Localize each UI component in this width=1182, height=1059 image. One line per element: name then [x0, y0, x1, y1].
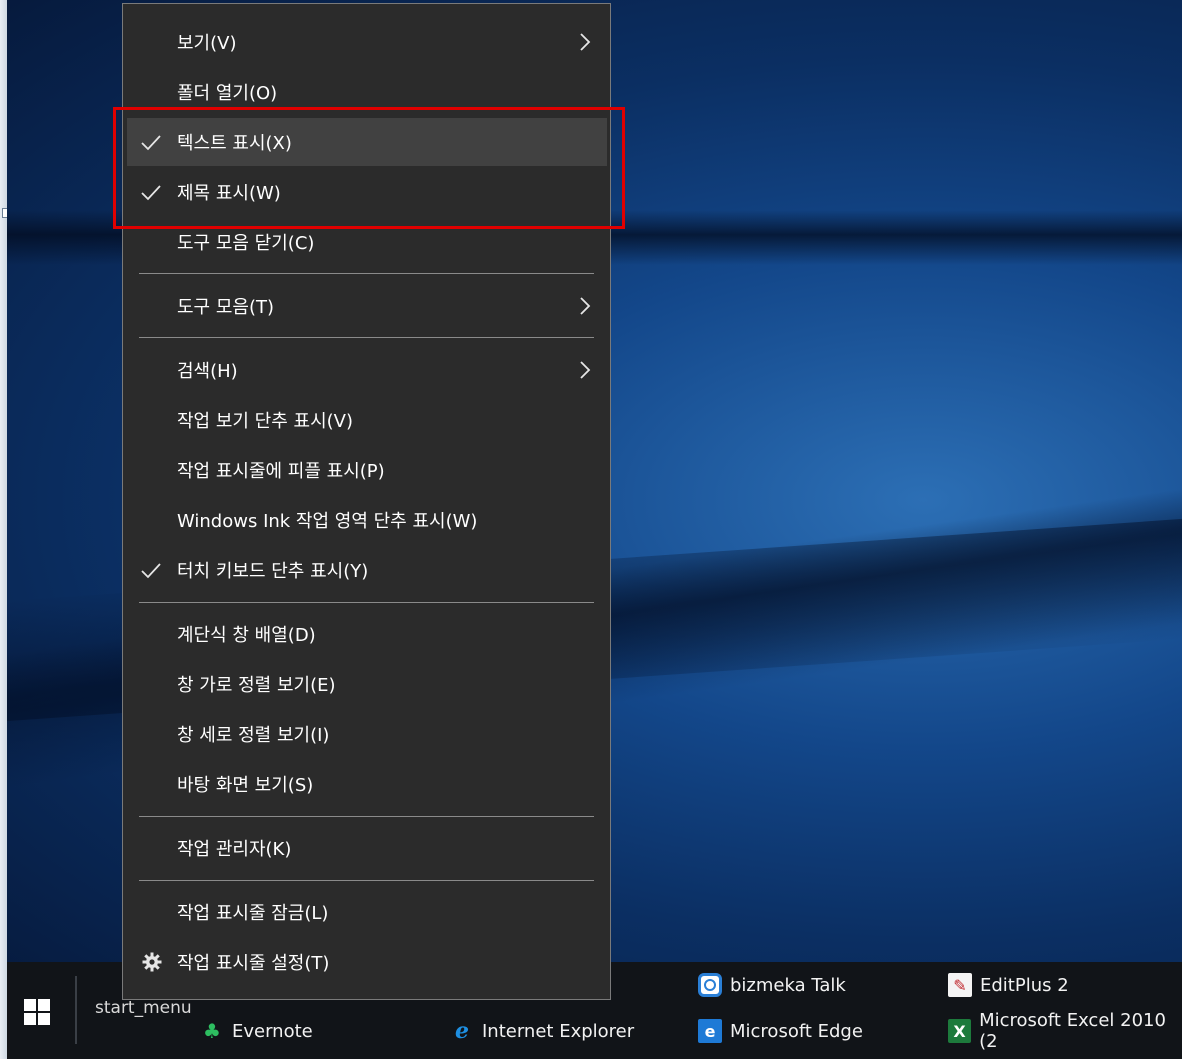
menu-item-label: 작업 표시줄에 피플 표시(P)	[177, 461, 385, 482]
menu-item-label: 작업 표시줄 설정(T)	[177, 953, 330, 974]
menu-item-stack-windows[interactable]: 창 가로 정렬 보기(E)	[123, 660, 610, 708]
taskbar-item-label: EditPlus 2	[980, 974, 1069, 996]
windows-logo-icon	[24, 999, 50, 1025]
menu-item-label: 창 가로 정렬 보기(E)	[177, 675, 336, 696]
evernote-icon: ♣	[203, 1019, 221, 1043]
excel-icon: X	[948, 1019, 972, 1043]
gear-icon	[142, 952, 162, 972]
menu-item-label: 터치 키보드 단추 표시(Y)	[177, 561, 369, 582]
taskbar-item-label: bizmeka Talk	[730, 974, 846, 996]
start-button[interactable]	[15, 992, 59, 1032]
checkmark-icon	[141, 185, 161, 201]
taskbar-item-label: Microsoft Excel 2010 (2	[979, 1010, 1166, 1052]
menu-item-label: 계단식 창 배열(D)	[177, 625, 316, 646]
menu-item-taskbar-settings[interactable]: 작업 표시줄 설정(T)	[123, 938, 610, 986]
checkmark-icon	[141, 135, 161, 151]
taskbar-item-editplus[interactable]: ✎ EditPlus 2	[948, 970, 1069, 1000]
bizmeka-talk-icon	[698, 973, 722, 997]
microsoft-edge-icon: e	[698, 1019, 722, 1043]
menu-separator	[139, 337, 594, 338]
editplus-icon: ✎	[948, 973, 972, 997]
menu-item-label: 제목 표시(W)	[177, 183, 281, 204]
menu-item-label: 도구 모음 닫기(C)	[177, 233, 315, 254]
menu-item-label: 작업 관리자(K)	[177, 839, 292, 860]
menu-item-search[interactable]: 검색(H)	[123, 346, 610, 394]
menu-item-label: 보기(V)	[177, 33, 237, 54]
menu-item-label: 작업 표시줄 잠금(L)	[177, 903, 329, 924]
chevron-right-icon	[580, 33, 591, 51]
menu-item-label: 바탕 화면 보기(S)	[177, 775, 314, 796]
menu-item-label: 텍스트 표시(X)	[177, 133, 292, 154]
menu-item-touch-keyboard-button[interactable]: 터치 키보드 단추 표시(Y)	[123, 546, 610, 594]
menu-item-show-title[interactable]: 제목 표시(W)	[123, 168, 610, 216]
menu-separator	[139, 816, 594, 817]
menu-item-label: Windows Ink 작업 영역 단추 표시(W)	[177, 511, 478, 532]
menu-item-cascade-windows[interactable]: 계단식 창 배열(D)	[123, 610, 610, 658]
chevron-right-icon	[580, 297, 591, 315]
menu-item-windows-ink-button[interactable]: Windows Ink 작업 영역 단추 표시(W)	[123, 496, 610, 544]
menu-item-label: 폴더 열기(O)	[177, 83, 278, 104]
menu-item-label: 도구 모음(T)	[177, 297, 275, 318]
menu-item-label: 창 세로 정렬 보기(I)	[177, 725, 330, 746]
start-menu-toolbar-label[interactable]: start_menu	[95, 998, 192, 1018]
taskbar-item-label: Evernote	[232, 1020, 313, 1042]
taskbar-item-bizmeka-talk[interactable]: bizmeka Talk	[698, 970, 846, 1000]
checkmark-icon	[141, 563, 161, 579]
screen: start_menu ♣ Evernote e Internet Explore…	[0, 0, 1182, 1059]
internet-explorer-icon: e	[455, 1018, 469, 1044]
taskbar-item-microsoft-edge[interactable]: e Microsoft Edge	[698, 1016, 863, 1046]
chevron-right-icon	[580, 361, 591, 379]
taskbar-item-excel[interactable]: X Microsoft Excel 2010 (2	[948, 1010, 1182, 1052]
menu-item-task-view-button[interactable]: 작업 보기 단추 표시(V)	[123, 396, 610, 444]
menu-item-label: 작업 보기 단추 표시(V)	[177, 411, 354, 432]
menu-item-show-people[interactable]: 작업 표시줄에 피플 표시(P)	[123, 446, 610, 494]
menu-item-show-desktop[interactable]: 바탕 화면 보기(S)	[123, 760, 610, 808]
menu-item-close-toolbar[interactable]: 도구 모음 닫기(C)	[123, 218, 610, 266]
menu-item-view[interactable]: 보기(V)	[123, 18, 610, 66]
menu-separator	[139, 880, 594, 881]
menu-item-lock-taskbar[interactable]: 작업 표시줄 잠금(L)	[123, 888, 610, 936]
menu-item-label: 검색(H)	[177, 361, 238, 382]
taskbar-divider	[75, 976, 77, 1044]
taskbar-item-evernote[interactable]: ♣ Evernote	[200, 1016, 313, 1046]
menu-item-open-folder[interactable]: 폴더 열기(O)	[123, 68, 610, 116]
menu-item-show-text[interactable]: 텍스트 표시(X)	[127, 118, 607, 166]
menu-item-side-by-side[interactable]: 창 세로 정렬 보기(I)	[123, 710, 610, 758]
menu-item-task-manager[interactable]: 작업 관리자(K)	[123, 824, 610, 872]
taskbar-item-label: Internet Explorer	[482, 1020, 635, 1042]
taskbar-context-menu: 보기(V) 폴더 열기(O) 텍스트 표시(X) 제목 표시(W) 도구 모음 …	[122, 3, 611, 1000]
taskbar-item-label: Microsoft Edge	[730, 1020, 863, 1042]
menu-separator	[139, 273, 594, 274]
menu-separator	[139, 602, 594, 603]
taskbar-item-internet-explorer[interactable]: e Internet Explorer	[450, 1016, 634, 1046]
menu-item-toolbars[interactable]: 도구 모음(T)	[123, 282, 610, 330]
